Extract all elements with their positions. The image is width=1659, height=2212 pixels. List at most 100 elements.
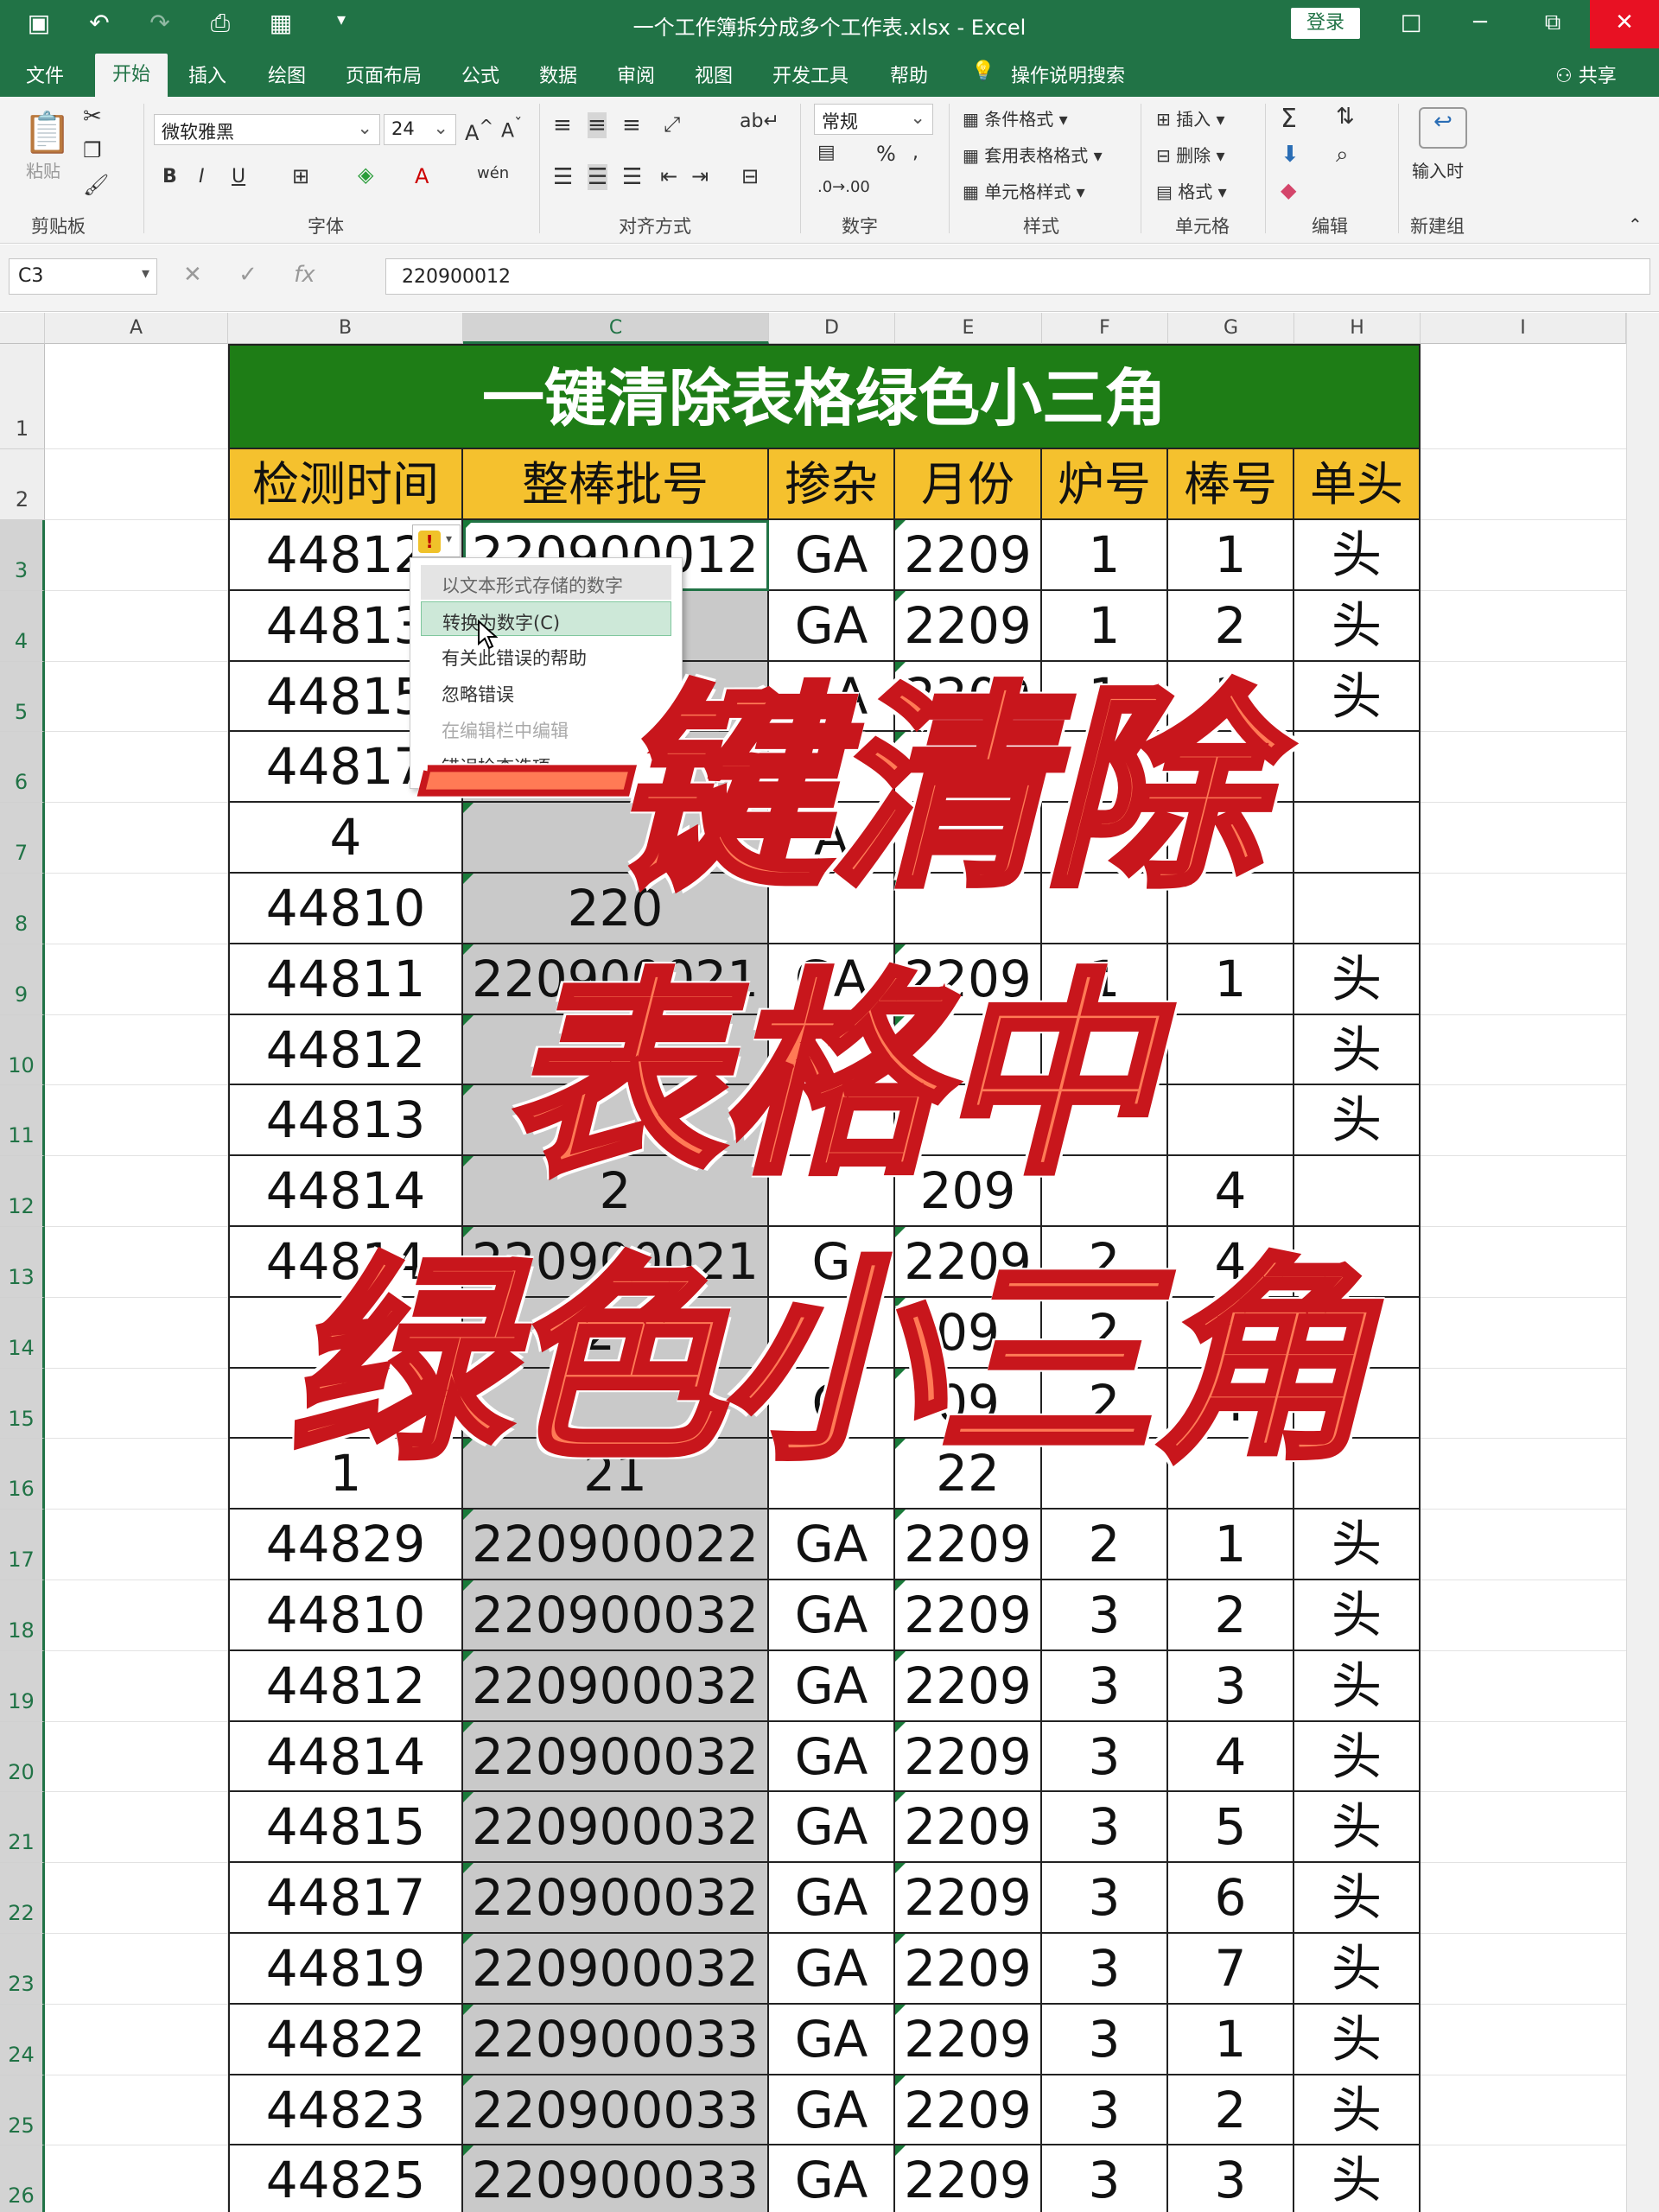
table-cell[interactable]: 2: [1168, 2075, 1294, 2146]
cancel-icon[interactable]: ✕: [183, 262, 202, 288]
header-cell-1[interactable]: 检测时间: [228, 449, 463, 520]
italic-button[interactable]: I: [199, 166, 205, 188]
increase-font-icon[interactable]: A^: [465, 116, 493, 145]
close-icon[interactable]: ✕: [1590, 0, 1659, 48]
table-cell[interactable]: 7: [1168, 1934, 1294, 2005]
insert-cells-button[interactable]: ⊞ 插入 ▾: [1156, 105, 1225, 130]
header-cell-3[interactable]: 掺杂: [769, 449, 895, 520]
table-cell[interactable]: 2: [1168, 590, 1294, 662]
column-header-h[interactable]: H: [1294, 313, 1421, 344]
table-cell[interactable]: 44810: [228, 1580, 463, 1651]
table-cell[interactable]: 3: [1168, 2145, 1294, 2212]
format-cells-button[interactable]: ▤ 格式 ▾: [1156, 178, 1227, 203]
table-cell[interactable]: 220900032: [463, 1934, 769, 2005]
table-cell[interactable]: 头: [1294, 1934, 1421, 2005]
header-cell-2[interactable]: 整棒批号: [463, 449, 769, 520]
menu-item-convert-to-number[interactable]: 转换为数字(C): [421, 601, 671, 636]
table-cell[interactable]: GA: [769, 2004, 895, 2075]
wrap-text-icon[interactable]: ab↵: [740, 111, 779, 132]
table-cell[interactable]: 220900032: [463, 1863, 769, 1934]
table-cell[interactable]: 1: [1168, 1510, 1294, 1580]
align-center-icon[interactable]: ☰: [588, 164, 608, 190]
table-cell[interactable]: 2209: [895, 1580, 1042, 1651]
cut-icon[interactable]: ✂: [83, 104, 102, 130]
table-cell[interactable]: 2209: [895, 2145, 1042, 2212]
table-cell[interactable]: 3: [1042, 1580, 1168, 1651]
table-cell[interactable]: GA: [769, 1580, 895, 1651]
column-header-i[interactable]: I: [1421, 313, 1626, 344]
ribbon-display-icon[interactable]: □: [1382, 0, 1440, 48]
row-header-2[interactable]: 2: [0, 449, 45, 520]
fill-color-icon[interactable]: ◈: [358, 162, 373, 187]
table-cell[interactable]: 3: [1042, 1721, 1168, 1793]
table-cell[interactable]: 3: [1042, 2145, 1168, 2212]
currency-icon[interactable]: ▤: [817, 142, 836, 163]
tab-insert[interactable]: 插入: [188, 60, 226, 88]
tab-data[interactable]: 数据: [539, 60, 577, 88]
table-cell[interactable]: 220900032: [463, 1580, 769, 1651]
row-header-21[interactable]: 21: [0, 1792, 45, 1864]
paste-icon[interactable]: 📋: [22, 109, 72, 156]
table-cell[interactable]: 220900022: [463, 1510, 769, 1580]
fill-icon[interactable]: ⬇: [1281, 142, 1300, 168]
table-cell[interactable]: 头: [1294, 2004, 1421, 2075]
decrease-indent-icon[interactable]: ⇤: [660, 164, 677, 188]
table-cell[interactable]: 5: [1168, 1792, 1294, 1864]
row-header-19[interactable]: 19: [0, 1650, 45, 1722]
increase-decimal-icon[interactable]: .0→.00: [817, 178, 870, 196]
row-header-3[interactable]: 3: [0, 520, 45, 591]
format-table-button[interactable]: ▦ 套用表格格式 ▾: [963, 142, 1103, 167]
table-cell[interactable]: GA: [769, 1792, 895, 1864]
align-right-icon[interactable]: ☰: [622, 164, 642, 190]
row-header-17[interactable]: 17: [0, 1510, 45, 1580]
delete-cells-button[interactable]: ⊟ 删除 ▾: [1156, 142, 1225, 167]
table-cell[interactable]: 头: [1294, 1863, 1421, 1934]
table-cell[interactable]: 头: [1294, 1721, 1421, 1793]
table-cell[interactable]: 2209: [895, 2075, 1042, 2146]
table-cell[interactable]: 44829: [228, 1510, 463, 1580]
table-cell[interactable]: 1: [1042, 520, 1168, 591]
table-cell[interactable]: 6: [1168, 1863, 1294, 1934]
comma-icon[interactable]: ,: [912, 142, 918, 163]
table-cell[interactable]: 3: [1042, 1650, 1168, 1722]
table-cell[interactable]: 44825: [228, 2145, 463, 2212]
maximize-icon[interactable]: ⧉: [1524, 0, 1581, 48]
table-cell[interactable]: GA: [769, 1510, 895, 1580]
table-cell[interactable]: 头: [1294, 520, 1421, 591]
name-box[interactable]: C3 ▾: [9, 258, 157, 295]
bold-button[interactable]: B: [162, 166, 177, 188]
table-cell[interactable]: 3: [1042, 1934, 1168, 2005]
tab-draw[interactable]: 绘图: [268, 60, 306, 88]
merge-center-icon[interactable]: ⊟: [741, 164, 759, 188]
column-header-g[interactable]: G: [1168, 313, 1294, 344]
row-header-1[interactable]: 1: [0, 344, 45, 449]
tab-review[interactable]: 审阅: [617, 60, 655, 88]
copy-icon[interactable]: ❐: [83, 138, 102, 162]
table-cell[interactable]: 220900033: [463, 2145, 769, 2212]
row-header-26[interactable]: 26: [0, 2145, 45, 2212]
formula-input[interactable]: 220900012: [385, 258, 1650, 295]
row-header-18[interactable]: 18: [0, 1580, 45, 1651]
number-format-box[interactable]: 常规 ⌄: [814, 104, 933, 135]
table-cell[interactable]: 3: [1042, 1792, 1168, 1864]
column-header-d[interactable]: D: [769, 313, 895, 344]
minimize-icon[interactable]: ─: [1452, 0, 1509, 48]
table-cell[interactable]: 44823: [228, 2075, 463, 2146]
table-cell[interactable]: 2209: [895, 2004, 1042, 2075]
table-cell[interactable]: 头: [1294, 1580, 1421, 1651]
decrease-font-icon[interactable]: Aˇ: [501, 116, 522, 142]
table-cell[interactable]: 3: [1042, 1863, 1168, 1934]
font-color-icon[interactable]: A: [415, 164, 429, 188]
table-cell[interactable]: 头: [1294, 2075, 1421, 2146]
align-bottom-icon[interactable]: ≡: [622, 112, 641, 138]
tab-developer[interactable]: 开发工具: [772, 60, 849, 88]
insert-function-icon[interactable]: fx: [294, 262, 315, 288]
table-cell[interactable]: 220900032: [463, 1792, 769, 1864]
column-header-e[interactable]: E: [895, 313, 1042, 344]
font-size-box[interactable]: 24 ⌄: [384, 114, 456, 145]
login-button[interactable]: 登录: [1291, 8, 1360, 39]
row-header-20[interactable]: 20: [0, 1721, 45, 1793]
align-top-icon[interactable]: ≡: [553, 112, 572, 138]
row-header-24[interactable]: 24: [0, 2004, 45, 2075]
header-cell-4[interactable]: 月份: [895, 449, 1042, 520]
